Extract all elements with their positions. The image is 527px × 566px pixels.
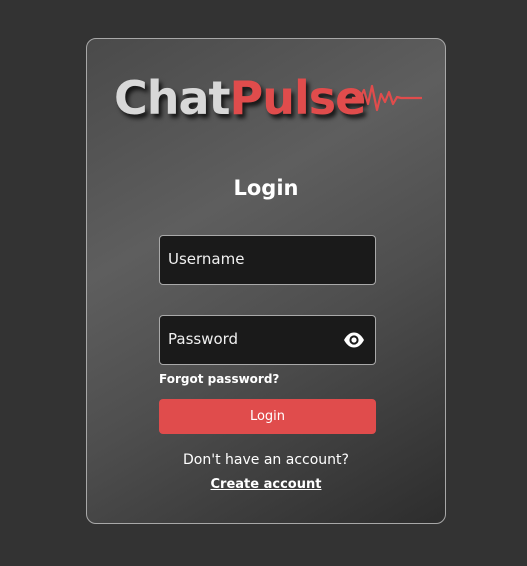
forgot-password-link[interactable]: Forgot password? xyxy=(159,371,279,387)
username-input[interactable] xyxy=(160,236,375,284)
username-field[interactable] xyxy=(159,235,376,285)
login-button[interactable]: Login xyxy=(159,399,376,434)
heartbeat-icon xyxy=(352,84,422,112)
eye-icon[interactable] xyxy=(343,331,365,349)
create-account-link[interactable]: Create account xyxy=(86,476,446,494)
brand-name-pulse: Pulse xyxy=(229,71,367,125)
page-title: Login xyxy=(233,176,299,200)
brand-name: ChatPulse xyxy=(114,70,367,126)
password-field[interactable] xyxy=(159,315,376,365)
no-account-text: Don't have an account? xyxy=(183,452,349,468)
brand-logo: ChatPulse xyxy=(114,70,367,130)
brand-name-chat: Chat xyxy=(114,71,231,125)
